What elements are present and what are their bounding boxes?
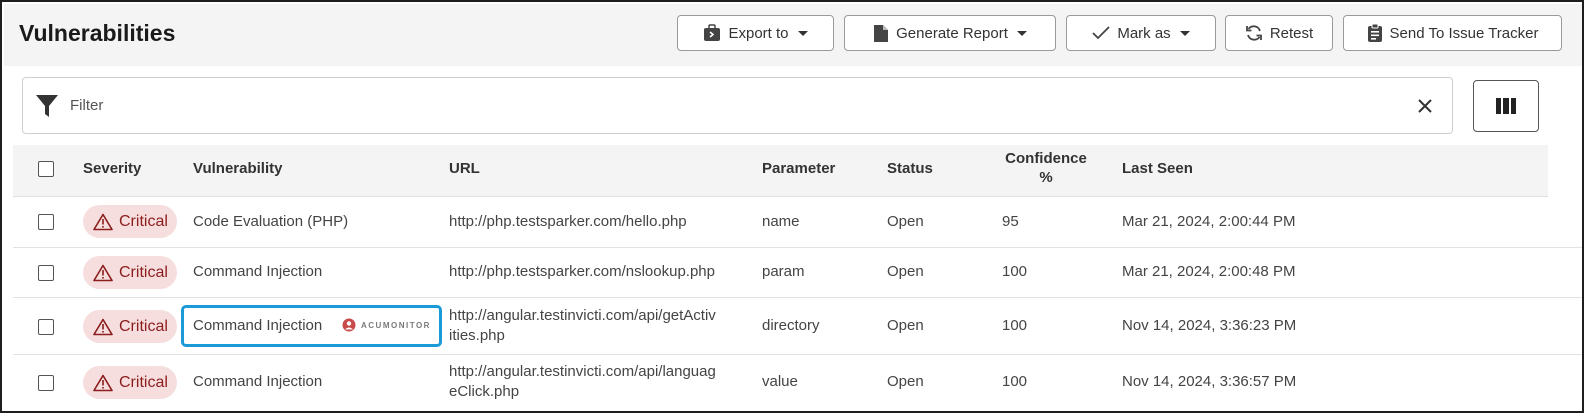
url-line: http://php.testsparker.com/nslookup.php xyxy=(449,263,715,280)
status-cell: Open xyxy=(887,373,924,390)
export-to-button[interactable]: Export to xyxy=(677,15,834,51)
generate-report-button[interactable]: Generate Report xyxy=(844,15,1056,51)
row-checkbox[interactable] xyxy=(38,375,54,391)
send-to-issue-tracker-label: Send To Issue Tracker xyxy=(1389,24,1539,42)
severity-label: Critical xyxy=(119,373,168,391)
column-header-url[interactable]: URL xyxy=(449,160,480,177)
vulnerability-name[interactable]: Command Injection xyxy=(193,262,322,282)
last-seen-cell: Mar 21, 2024, 2:00:48 PM xyxy=(1122,263,1296,280)
column-header-confidence-line2: % xyxy=(1039,169,1053,186)
url-line: eClick.php xyxy=(449,383,520,400)
filter-placeholder: Filter xyxy=(70,97,104,114)
parameter-cell: param xyxy=(762,263,805,280)
column-header-last-seen[interactable]: Last Seen xyxy=(1122,160,1193,177)
last-seen-cell: Nov 14, 2024, 3:36:57 PM xyxy=(1122,373,1297,390)
warning-triangle-icon xyxy=(93,318,113,335)
warning-triangle-icon xyxy=(93,264,113,281)
url-line: ities.php xyxy=(449,327,505,344)
close-icon[interactable] xyxy=(1417,98,1433,114)
vulnerability-name[interactable]: Command Injection xyxy=(193,316,322,336)
confidence-cell: 95 xyxy=(1002,213,1019,230)
funnel-icon xyxy=(36,95,58,117)
refresh-icon xyxy=(1245,25,1262,41)
status-cell: Open xyxy=(887,213,924,230)
export-briefcase-icon xyxy=(704,24,721,41)
column-header-parameter[interactable]: Parameter xyxy=(762,160,835,177)
page-title: Vulnerabilities xyxy=(19,20,176,46)
retest-label: Retest xyxy=(1269,24,1314,42)
generate-report-label: Generate Report xyxy=(896,24,1008,42)
column-header-confidence[interactable]: Confidence % xyxy=(1002,149,1090,187)
parameter-cell: name xyxy=(762,213,800,230)
url-cell: http://angular.testinvicti.com/api/getAc… xyxy=(449,306,716,346)
column-chooser-button[interactable] xyxy=(1473,80,1539,132)
severity-badge: Critical xyxy=(83,205,177,238)
severity-label: Critical xyxy=(119,212,168,230)
mark-as-label: Mark as xyxy=(1117,24,1171,42)
column-header-vulnerability[interactable]: Vulnerability xyxy=(193,160,282,177)
vulnerability-name[interactable]: Command Injection xyxy=(193,372,322,392)
column-header-severity[interactable]: Severity xyxy=(83,160,141,177)
send-to-issue-tracker-button[interactable]: Send To Issue Tracker xyxy=(1343,15,1562,51)
url-cell: http://php.testsparker.com/nslookup.php xyxy=(449,262,715,282)
chevron-down-icon xyxy=(797,30,808,36)
columns-icon xyxy=(1496,98,1516,114)
warning-triangle-icon xyxy=(93,213,113,230)
severity-badge: Critical xyxy=(83,310,177,343)
warning-triangle-icon xyxy=(93,374,113,391)
table-row[interactable]: Critical Command Injection http://angula… xyxy=(13,355,1582,411)
column-header-status[interactable]: Status xyxy=(887,160,933,177)
acumonitor-text: ACUMONITOR xyxy=(361,320,431,330)
url-line: http://angular.testinvicti.com/api/getAc… xyxy=(449,307,716,324)
parameter-cell: value xyxy=(762,373,798,390)
checkmark-icon xyxy=(1092,26,1110,40)
confidence-cell: 100 xyxy=(1002,263,1028,280)
table-row[interactable]: Critical Code Evaluation (PHP) http://ph… xyxy=(13,197,1582,248)
export-to-label: Export to xyxy=(728,24,789,42)
url-cell: http://php.testsparker.com/hello.php xyxy=(449,212,687,232)
confidence-cell: 100 xyxy=(1002,373,1028,390)
select-all-checkbox[interactable] xyxy=(38,161,54,177)
severity-label: Critical xyxy=(119,263,168,281)
parameter-cell: directory xyxy=(762,317,820,334)
toolbar: Vulnerabilities Export to Generate Repor… xyxy=(4,4,1582,66)
chevron-down-icon xyxy=(1016,30,1027,36)
severity-badge: Critical xyxy=(83,256,177,289)
url-line: http://angular.testinvicti.com/api/langu… xyxy=(449,363,716,380)
chevron-down-icon xyxy=(1179,30,1190,36)
column-header-confidence-line1: Confidence xyxy=(1005,150,1087,167)
row-checkbox[interactable] xyxy=(38,319,54,335)
table-row[interactable]: Critical Command Injection ACUMONITOR ht… xyxy=(13,298,1582,355)
filter-input[interactable]: Filter xyxy=(22,77,1453,134)
row-checkbox[interactable] xyxy=(38,265,54,281)
confidence-cell: 100 xyxy=(1002,317,1028,334)
vulnerability-name[interactable]: Code Evaluation (PHP) xyxy=(193,212,348,232)
retest-button[interactable]: Retest xyxy=(1225,15,1333,51)
url-line: http://php.testsparker.com/hello.php xyxy=(449,213,687,230)
row-checkbox[interactable] xyxy=(38,214,54,230)
last-seen-cell: Mar 21, 2024, 2:00:44 PM xyxy=(1122,213,1296,230)
url-cell: http://angular.testinvicti.com/api/langu… xyxy=(449,362,716,402)
severity-badge: Critical xyxy=(83,366,177,399)
acumonitor-logo: ACUMONITOR xyxy=(342,318,431,332)
status-cell: Open xyxy=(887,263,924,280)
document-icon xyxy=(874,24,889,42)
acumonitor-icon xyxy=(342,318,356,332)
mark-as-button[interactable]: Mark as xyxy=(1066,15,1216,51)
severity-label: Critical xyxy=(119,317,168,335)
table-row[interactable]: Critical Command Injection http://php.te… xyxy=(13,248,1582,298)
last-seen-cell: Nov 14, 2024, 3:36:23 PM xyxy=(1122,317,1297,334)
vulnerabilities-panel: Vulnerabilities Export to Generate Repor… xyxy=(0,0,1584,413)
table-header: Severity Vulnerability URL Parameter Sta… xyxy=(13,145,1548,197)
clipboard-icon xyxy=(1367,23,1382,42)
status-cell: Open xyxy=(887,317,924,334)
